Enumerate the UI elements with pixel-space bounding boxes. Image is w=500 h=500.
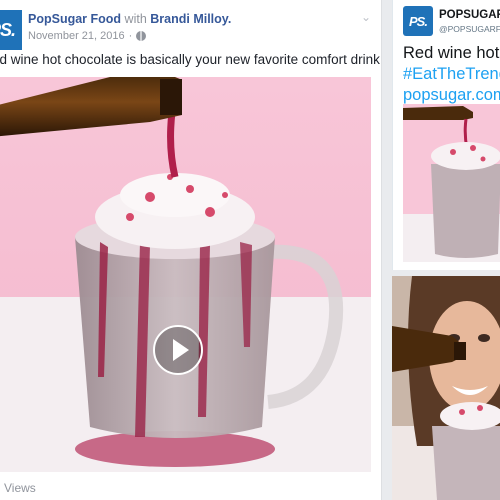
tweet-url-link[interactable]: popsugar.com — [403, 86, 500, 105]
page-avatar-logo[interactable]: PS. — [0, 10, 22, 50]
tweet-text: Red wine hot c — [403, 44, 500, 62]
play-icon — [172, 339, 189, 361]
tweet-author-name[interactable]: POPSUGAR — [439, 9, 500, 21]
video-views-count: d Views — [0, 481, 36, 495]
page-name-link[interactable]: PopSugar Food — [28, 12, 121, 26]
photo-thumbnail[interactable] — [392, 276, 500, 500]
chevron-down-icon[interactable]: ⌄ — [361, 10, 371, 24]
tweet-author-handle[interactable]: @POPSUGARFo — [439, 24, 500, 34]
video-player[interactable] — [0, 77, 371, 472]
tweet-card: PS. POPSUGAR @POPSUGARFo Red wine hot c … — [392, 0, 500, 270]
photo-illustration — [392, 276, 500, 500]
tagged-person-link[interactable]: Brandi Milloy. — [150, 12, 231, 26]
play-button[interactable] — [153, 325, 203, 375]
post-header: PopSugar Food with Brandi Milloy. — [28, 12, 231, 26]
tweet-image-illustration — [403, 104, 500, 262]
post-date-link[interactable]: November 21, 2016 — [28, 30, 125, 42]
post-caption: ed wine hot chocolate is basically your … — [0, 52, 382, 67]
video-frame-illustration — [0, 77, 371, 472]
facebook-post-card: PS. PopSugar Food with Brandi Milloy. No… — [0, 0, 382, 500]
post-meta: November 21, 2016 · — [28, 30, 147, 42]
tweet-avatar-logo[interactable]: PS. — [403, 6, 433, 36]
tweet-hashtag-link[interactable]: #EatTheTrend C — [403, 65, 500, 84]
meta-separator: · — [128, 30, 133, 42]
tweet-image[interactable] — [403, 104, 500, 262]
globe-icon — [136, 31, 147, 41]
with-text: with — [124, 12, 147, 26]
